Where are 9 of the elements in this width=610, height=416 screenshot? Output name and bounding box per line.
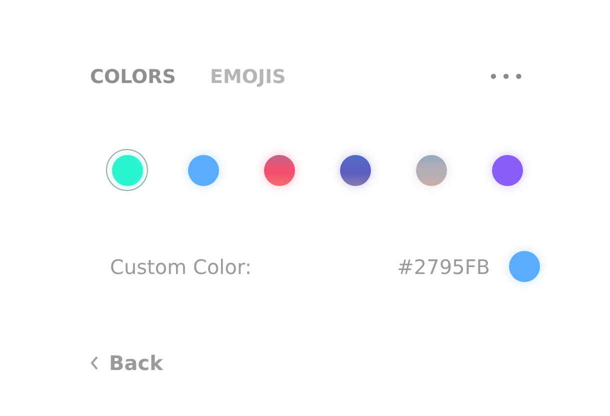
custom-color-label: Custom Color: xyxy=(110,254,252,280)
custom-color-swatch[interactable] xyxy=(509,251,540,282)
more-menu-button[interactable]: ••• xyxy=(488,64,526,90)
color-swatch[interactable] xyxy=(106,149,148,191)
tab[interactable]: COLORS xyxy=(90,62,176,92)
chevron-left-icon[interactable] xyxy=(90,356,99,370)
back-link[interactable]: Back xyxy=(109,348,163,378)
custom-color-value: #2795FB xyxy=(397,254,490,280)
tab[interactable]: EMOJIS xyxy=(210,62,286,92)
